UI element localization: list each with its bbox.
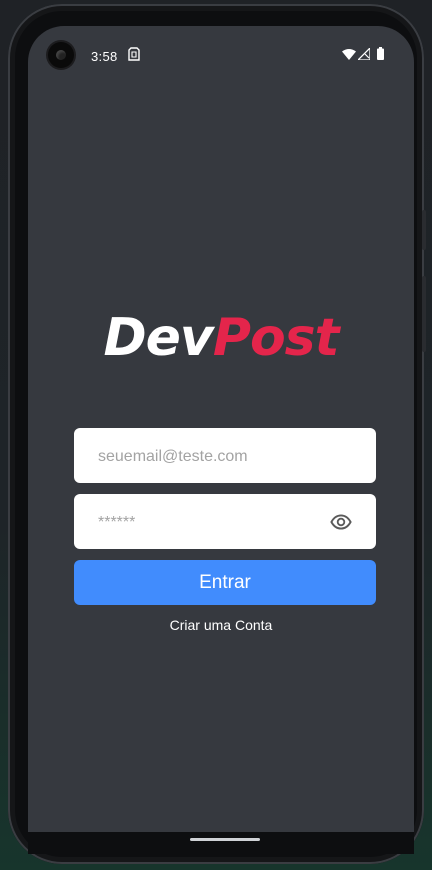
cell-signal-icon (358, 48, 370, 60)
eye-icon[interactable] (330, 511, 352, 533)
power-button (422, 276, 426, 352)
logo-dev-text: Dev (103, 308, 214, 368)
login-button[interactable]: Entrar (74, 560, 376, 605)
phone-frame: 3:58 DevPost seuemail@teste.com Entrar C… (8, 4, 426, 864)
sim-card-icon (128, 47, 140, 61)
password-field-container (74, 494, 376, 551)
volume-button (422, 210, 426, 250)
app-screen: 3:58 DevPost seuemail@teste.com Entrar C… (28, 26, 414, 840)
logo-post-text: Post (212, 308, 340, 368)
create-account-link[interactable]: Criar uma Conta (28, 617, 414, 633)
home-gesture-handle[interactable] (190, 838, 260, 841)
front-camera (48, 42, 74, 68)
app-logo: DevPost (28, 308, 414, 368)
battery-icon (377, 47, 384, 60)
password-input[interactable] (96, 494, 330, 551)
wifi-icon (342, 49, 356, 60)
email-field-container (74, 428, 376, 485)
email-input[interactable] (96, 428, 330, 485)
status-time: 3:58 (91, 49, 118, 64)
status-bar: 3:58 (28, 26, 414, 82)
navigation-bar (28, 832, 414, 854)
